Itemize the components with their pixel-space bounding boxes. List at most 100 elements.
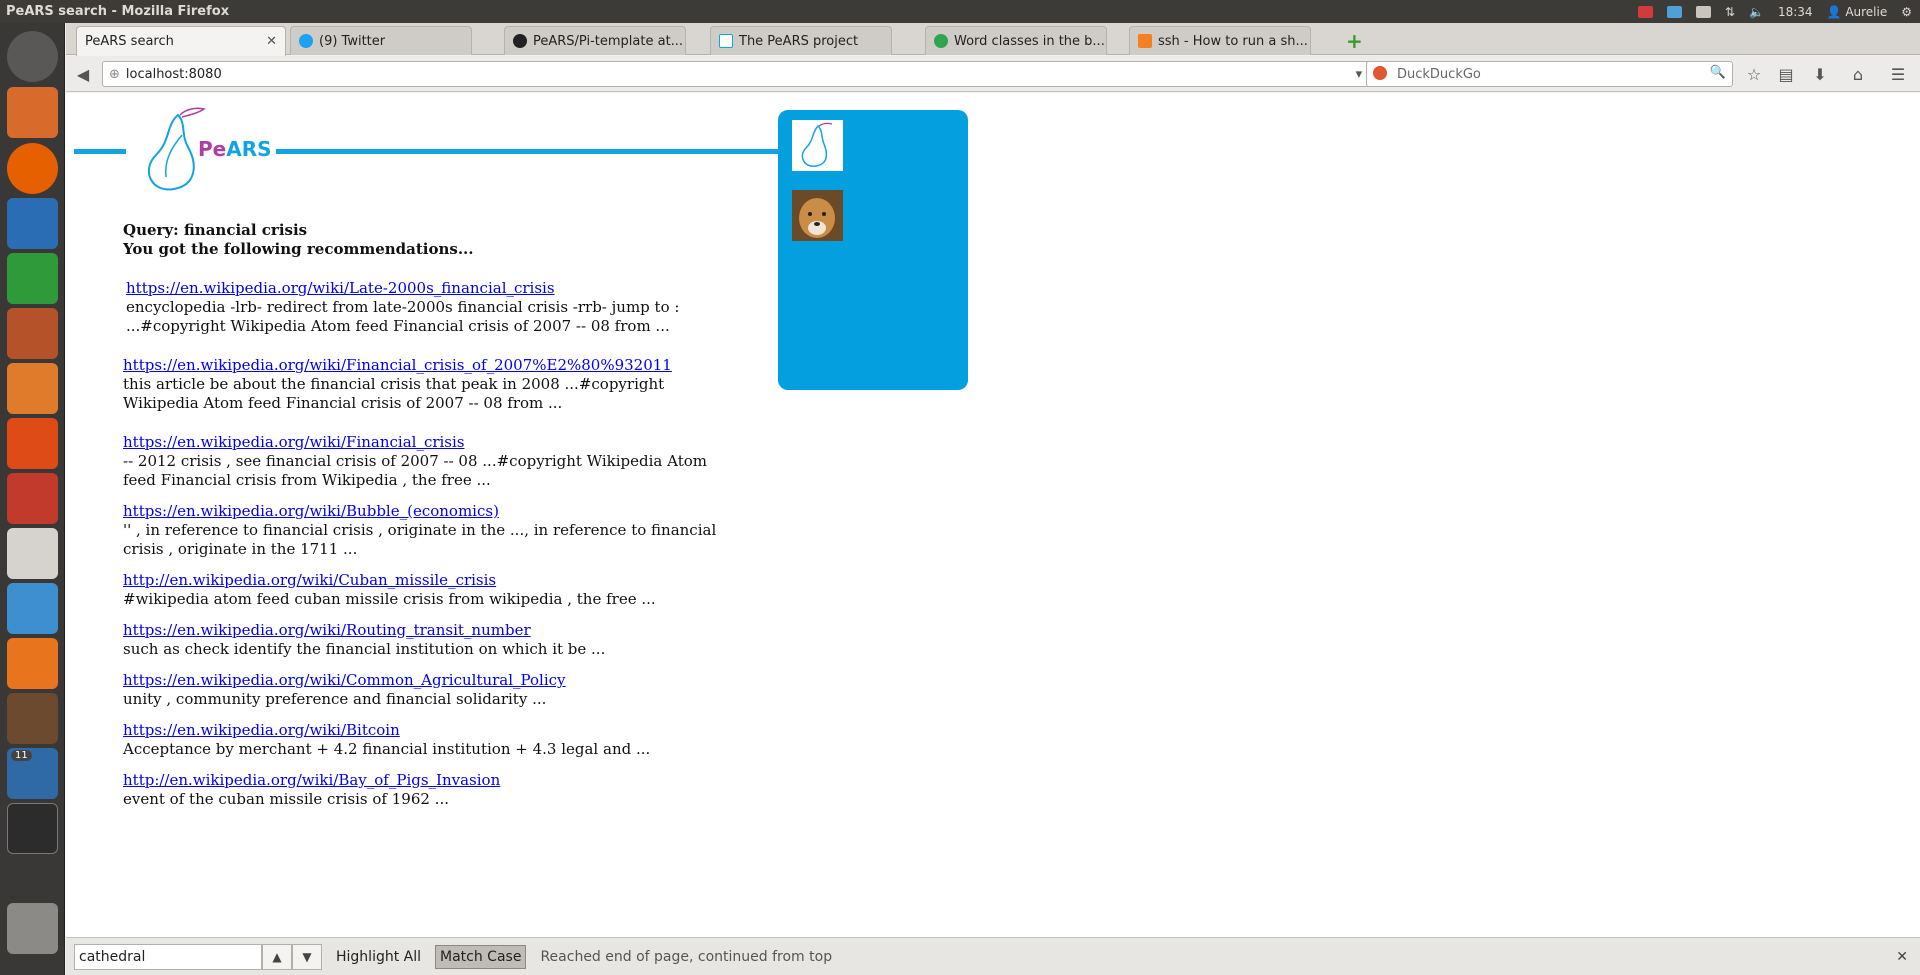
dropbox-app-icon[interactable]	[7, 583, 58, 634]
result-link[interactable]: https://en.wikipedia.org/wiki/Bubble_(ec…	[123, 502, 499, 520]
unread-badge: 11	[11, 750, 32, 761]
volume-icon[interactable]: 🔈	[1749, 5, 1764, 19]
tab-pears-search[interactable]: PeARS search ✕	[76, 26, 286, 56]
result-link[interactable]: https://en.wikipedia.org/wiki/Late-2000s…	[126, 279, 555, 297]
gear-icon[interactable]: ⚙	[1901, 5, 1912, 19]
result-snippet: '' , in reference to financial crisis , …	[123, 521, 717, 558]
find-input[interactable]: cathedral	[74, 943, 262, 970]
green-circle-icon	[934, 34, 948, 48]
result-snippet: this article be about the financial cris…	[123, 375, 665, 412]
dog-avatar[interactable]	[792, 190, 843, 241]
unity-launcher: 11	[0, 23, 65, 975]
find-bar: cathedral ▲ ▼ Highlight All Match Case R…	[66, 937, 1920, 975]
result-snippet: event of the cuban missile crisis of 196…	[123, 790, 449, 808]
twitter-icon	[299, 34, 313, 48]
system-settings-icon[interactable]	[7, 473, 58, 524]
result-item: https://en.wikipedia.org/wiki/Common_Agr…	[123, 671, 743, 709]
url-dropdown-icon[interactable]: ▾	[1356, 67, 1363, 82]
result-item: https://en.wikipedia.org/wiki/Late-2000s…	[126, 279, 743, 336]
pear-icon	[719, 34, 733, 48]
thunderbird-app-icon[interactable]: 11	[7, 748, 58, 799]
bookmark-star-icon[interactable]: ☆	[1742, 62, 1766, 86]
pear-icon	[801, 122, 833, 167]
pear-avatar[interactable]	[792, 120, 843, 171]
duckduckgo-icon[interactable]	[1373, 66, 1387, 80]
software-center-icon[interactable]	[7, 363, 58, 414]
system-indicators: ⇅ 🔈 18:34 👤 Aurelie ⚙	[1637, 5, 1920, 19]
ubuntu-one-icon[interactable]	[7, 418, 58, 469]
results-list: Query: financial crisis You got the foll…	[123, 221, 743, 809]
firefox-app-icon[interactable]	[7, 143, 58, 194]
result-link[interactable]: https://en.wikipedia.org/wiki/Financial_…	[123, 356, 672, 374]
dash-home-icon[interactable]	[7, 31, 58, 82]
tab-pears-project[interactable]: The PeARS project	[710, 26, 892, 55]
user-name: Aurelie	[1845, 4, 1888, 19]
result-item: https://en.wikipedia.org/wiki/Financial_…	[123, 356, 743, 413]
impress-app-icon[interactable]	[7, 308, 58, 359]
navigation-toolbar: ◀ ⊕ localhost:8080 ▾ ↻ DuckDuckGo 🔍 ☆ ▤ …	[66, 56, 1920, 92]
result-snippet: such as check identify the financial ins…	[123, 640, 606, 658]
search-placeholder: DuckDuckGo	[1397, 66, 1481, 82]
user-menu[interactable]: 👤 Aurelie	[1827, 5, 1888, 19]
tab-ssh[interactable]: ssh - How to run a sh...	[1129, 26, 1311, 55]
tab-label: PeARS/Pi-template at...	[533, 33, 684, 49]
result-link[interactable]: https://en.wikipedia.org/wiki/Financial_…	[123, 433, 465, 451]
result-link[interactable]: https://en.wikipedia.org/wiki/Routing_tr…	[123, 621, 531, 639]
calc-app-icon[interactable]	[7, 253, 58, 304]
blender-app-icon[interactable]	[7, 638, 58, 689]
result-item: http://en.wikipedia.org/wiki/Cuban_missi…	[123, 571, 743, 609]
window-title: PeARS search - Mozilla Firefox	[6, 4, 230, 19]
back-icon[interactable]: ◀	[70, 62, 96, 86]
trash-icon[interactable]	[7, 903, 58, 954]
peers-panel	[778, 110, 968, 390]
writer-app-icon[interactable]	[7, 198, 58, 249]
home-icon[interactable]: ⌂	[1846, 62, 1870, 86]
result-snippet: unity , community preference and financi…	[123, 690, 547, 708]
tab-twitter[interactable]: (9) Twitter	[290, 26, 472, 55]
url-bar[interactable]: ⊕ localhost:8080 ▾ ↻	[102, 61, 1392, 87]
clock[interactable]: 18:34	[1778, 5, 1813, 19]
download-icon[interactable]: ⬇	[1808, 62, 1832, 86]
close-icon[interactable]: ✕	[266, 34, 277, 49]
tab-label: (9) Twitter	[319, 33, 386, 49]
result-snippet: #wikipedia atom feed cuban missile crisi…	[123, 590, 656, 608]
find-previous-icon[interactable]: ▲	[262, 943, 292, 970]
find-status: Reached end of page, continued from top	[540, 948, 833, 965]
menu-icon[interactable]: ☰	[1886, 62, 1910, 86]
dropbox-sync-icon[interactable]	[1637, 5, 1653, 18]
tab-github[interactable]: PeARS/Pi-template at...	[504, 26, 686, 55]
mail-icon[interactable]	[1666, 5, 1682, 18]
tab-label: Word classes in the b...	[954, 33, 1105, 49]
library-app-icon[interactable]	[7, 693, 58, 744]
page-content: PeARS Query: financial crisis You got th…	[66, 93, 1920, 937]
stackexchange-icon	[1138, 34, 1152, 48]
result-link[interactable]: https://en.wikipedia.org/wiki/Common_Agr…	[123, 671, 566, 689]
search-icon[interactable]: 🔍	[1710, 65, 1726, 80]
result-snippet: Acceptance by merchant + 4.2 financial i…	[123, 740, 651, 758]
result-link[interactable]: https://en.wikipedia.org/wiki/Bitcoin	[123, 721, 400, 739]
tex-editor-icon[interactable]	[7, 528, 58, 579]
result-item: http://en.wikipedia.org/wiki/Bay_of_Pigs…	[123, 771, 743, 809]
find-next-icon[interactable]: ▼	[292, 943, 322, 970]
results-intro: You got the following recommendations...	[123, 240, 474, 258]
network-icon[interactable]: ⇅	[1725, 5, 1735, 19]
terminal-app-icon[interactable]	[7, 803, 58, 854]
tab-label: PeARS search	[85, 34, 174, 49]
result-item: https://en.wikipedia.org/wiki/Bubble_(ec…	[123, 502, 743, 559]
match-case-button[interactable]: Match Case	[435, 944, 527, 969]
bookmarks-list-icon[interactable]: ▤	[1774, 62, 1798, 86]
tab-word-classes[interactable]: Word classes in the b...	[925, 26, 1107, 55]
highlight-all-button[interactable]: Highlight All	[332, 946, 425, 968]
battery-icon[interactable]	[1695, 5, 1711, 18]
result-item: https://en.wikipedia.org/wiki/Routing_tr…	[123, 621, 743, 659]
tab-label: ssh - How to run a sh...	[1158, 33, 1308, 49]
user-icon: 👤	[1826, 4, 1842, 19]
new-tab-icon[interactable]: +	[1346, 29, 1363, 53]
files-app-icon[interactable]	[7, 87, 58, 138]
result-link[interactable]: http://en.wikipedia.org/wiki/Cuban_missi…	[123, 571, 496, 589]
search-bar[interactable]: DuckDuckGo 🔍	[1366, 61, 1733, 87]
tab-bar: PeARS search ✕ (9) Twitter PeARS/Pi-temp…	[66, 23, 1920, 56]
logo-text: PeARS	[198, 137, 272, 161]
result-link[interactable]: http://en.wikipedia.org/wiki/Bay_of_Pigs…	[123, 771, 500, 789]
close-icon[interactable]: ✕	[1896, 949, 1908, 965]
